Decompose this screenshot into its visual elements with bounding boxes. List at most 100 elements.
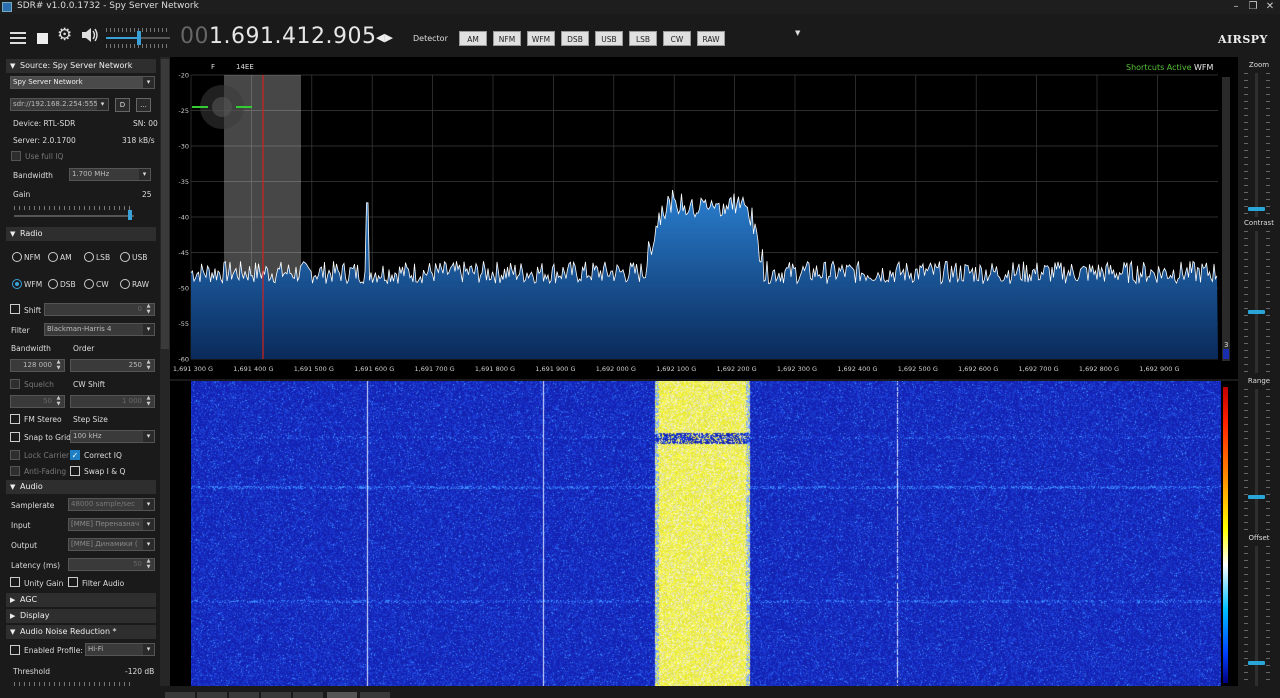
squelch-checkbox[interactable] bbox=[10, 379, 20, 389]
taskbar-tab[interactable] bbox=[327, 692, 357, 698]
x-tick-label: 1,691 700 G bbox=[415, 365, 455, 373]
waterfall-display[interactable] bbox=[170, 381, 1238, 686]
range-slider-thumb[interactable] bbox=[1248, 495, 1265, 499]
contrast-ticks bbox=[1244, 231, 1248, 373]
samplerate-select[interactable]: 48000 sample/sec ▾ bbox=[68, 498, 155, 511]
offset-slider-thumb[interactable] bbox=[1248, 661, 1265, 665]
shift-label: Shift bbox=[24, 306, 42, 315]
source-bandwidth-select[interactable]: 1.700 MHz ▾ bbox=[69, 168, 151, 181]
more-button[interactable]: ... bbox=[136, 98, 151, 112]
snap-to-grid-checkbox[interactable] bbox=[10, 432, 20, 442]
radio-wfm[interactable] bbox=[12, 279, 22, 289]
gain-slider[interactable] bbox=[14, 206, 134, 220]
mode-button-usb[interactable]: USB bbox=[595, 31, 623, 46]
order-input[interactable]: 250 ▲ ▼ bbox=[70, 359, 155, 372]
device-label: Device: RTL-SDR bbox=[13, 119, 76, 128]
radio-am[interactable] bbox=[48, 252, 58, 262]
taskbar-tab[interactable] bbox=[261, 692, 291, 698]
radio-bandwidth-input[interactable]: 128 000 ▲ ▼ bbox=[10, 359, 65, 372]
audio-output-select[interactable]: [MME] Динамики (▾ bbox=[68, 538, 155, 551]
zoom-ticks-right bbox=[1266, 73, 1270, 217]
source-section-header[interactable]: ▼ Source: Spy Server Network bbox=[6, 59, 156, 73]
audio-input-select[interactable]: [MME] Переназнач ▾ bbox=[68, 518, 155, 531]
mode-button-cw[interactable]: CW bbox=[663, 31, 691, 46]
toolbar-dropdown-icon[interactable]: ▼ bbox=[795, 29, 800, 37]
mode-button-dsb[interactable]: DSB bbox=[561, 31, 589, 46]
mode-button-wfm[interactable]: WFM bbox=[527, 31, 555, 46]
radio-lsb[interactable] bbox=[84, 252, 94, 262]
contrast-slider[interactable] bbox=[1255, 231, 1258, 373]
stop-icon[interactable] bbox=[37, 33, 48, 44]
radio-wfm-label: WFM bbox=[24, 280, 43, 289]
gear-icon[interactable]: ⚙ bbox=[57, 27, 72, 44]
latency-input[interactable]: 50 ▲ ▼ bbox=[68, 558, 155, 571]
range-slider[interactable] bbox=[1255, 389, 1258, 533]
taskbar-tab[interactable] bbox=[360, 692, 390, 698]
radio-raw[interactable] bbox=[120, 279, 130, 289]
zoom-slider-thumb[interactable] bbox=[1248, 207, 1265, 211]
shift-checkbox[interactable] bbox=[10, 304, 20, 314]
squelch-input[interactable]: 50 ▲ ▼ bbox=[10, 395, 65, 408]
mode-button-lsb[interactable]: LSB bbox=[629, 31, 657, 46]
mode-button-nfm[interactable]: NFM bbox=[493, 31, 521, 46]
offset-slider[interactable] bbox=[1255, 546, 1258, 686]
volume-slider[interactable] bbox=[106, 23, 170, 51]
cw-shift-input[interactable]: 1 000 ▲ ▼ bbox=[70, 395, 155, 408]
speaker-icon[interactable] bbox=[81, 27, 99, 43]
unity-gain-checkbox[interactable] bbox=[10, 577, 20, 587]
spectrum-plot[interactable]: -20-25-30-35-40-45-50-55-60 1,691 300 G1… bbox=[170, 57, 1238, 379]
x-tick-label: 1,692 500 G bbox=[898, 365, 938, 373]
server-uri-select[interactable]: sdr://192.168.2.254:5556 ▾ bbox=[10, 98, 109, 111]
mode-button-raw[interactable]: RAW bbox=[697, 31, 725, 46]
anti-fading-checkbox[interactable] bbox=[10, 466, 20, 476]
use-full-iq-checkbox[interactable] bbox=[11, 151, 21, 161]
detector-label: Detector bbox=[413, 34, 448, 43]
disconnect-button[interactable]: D bbox=[115, 98, 130, 112]
maximize-button[interactable]: ❐ bbox=[1245, 0, 1261, 14]
contrast-slider-thumb[interactable] bbox=[1248, 310, 1265, 314]
menu-icon[interactable] bbox=[10, 32, 26, 47]
taskbar-tab[interactable] bbox=[165, 692, 195, 698]
nr-profile-label: Profile: bbox=[57, 646, 83, 655]
nr-profile-select[interactable]: Hi-Fi ▾ bbox=[85, 643, 155, 656]
radio-usb[interactable] bbox=[120, 252, 130, 262]
left-panel-scrollbar[interactable] bbox=[160, 57, 170, 689]
fm-stereo-checkbox[interactable] bbox=[10, 414, 20, 424]
swap-iq-checkbox[interactable] bbox=[70, 466, 80, 476]
frequency-display[interactable]: 001.691.412.905 bbox=[180, 24, 376, 49]
audio-section-header[interactable]: ▼ Audio bbox=[6, 480, 156, 494]
source-type-select[interactable]: Spy Server Network ▾ bbox=[10, 76, 155, 89]
taskbar-tab[interactable] bbox=[229, 692, 259, 698]
x-tick-label: 1,691 800 G bbox=[475, 365, 515, 373]
taskbar-tab[interactable] bbox=[197, 692, 227, 698]
nr-enabled-checkbox[interactable] bbox=[10, 645, 20, 655]
spectrum-analyzer[interactable]: -20 -25 -30 -35 -40 -45 -50 -55 -60 1,691 300 G1… bbox=[170, 57, 1238, 379]
filter-label: Filter bbox=[11, 326, 30, 335]
correct-iq-label: Correct IQ bbox=[84, 451, 122, 460]
radio-section-header[interactable]: ▼ Radio bbox=[6, 227, 156, 241]
step-size-select[interactable]: 100 kHz ▾ bbox=[70, 430, 155, 443]
filter-select[interactable]: Blackman-Harris 4 ▾ bbox=[44, 323, 155, 336]
mode-button-am[interactable]: AM bbox=[459, 31, 487, 46]
agc-section-header[interactable]: ▶ AGC bbox=[6, 593, 156, 607]
waterfall-canvas[interactable] bbox=[191, 381, 1221, 686]
x-tick-label: 1,691 900 G bbox=[535, 365, 575, 373]
correct-iq-checkbox[interactable]: ✓ bbox=[70, 450, 80, 460]
radio-nfm[interactable] bbox=[12, 252, 22, 262]
lock-carrier-checkbox[interactable] bbox=[10, 450, 20, 460]
noise-reduction-section-header[interactable]: ▼ Audio Noise Reduction * bbox=[6, 625, 156, 639]
shift-input[interactable]: 0 ▲ ▼ bbox=[44, 303, 155, 316]
zoom-slider[interactable] bbox=[1255, 73, 1258, 217]
radio-cw[interactable] bbox=[84, 279, 94, 289]
close-button[interactable]: ✕ bbox=[1262, 0, 1278, 14]
radio-dsb[interactable] bbox=[48, 279, 58, 289]
minimize-button[interactable]: – bbox=[1228, 0, 1244, 14]
display-section-header[interactable]: ▶ Display bbox=[6, 609, 156, 623]
x-tick-label: 1,691 300 G bbox=[173, 365, 213, 373]
filter-audio-checkbox[interactable] bbox=[68, 577, 78, 587]
frequency-step-arrows[interactable]: ◀▶ bbox=[376, 31, 393, 44]
offset-label: Offset bbox=[1248, 534, 1270, 542]
spectrum-scrollbar[interactable] bbox=[1222, 77, 1230, 361]
taskbar-tab[interactable] bbox=[293, 692, 323, 698]
spectrum-scroll-thumb[interactable] bbox=[1223, 349, 1229, 359]
